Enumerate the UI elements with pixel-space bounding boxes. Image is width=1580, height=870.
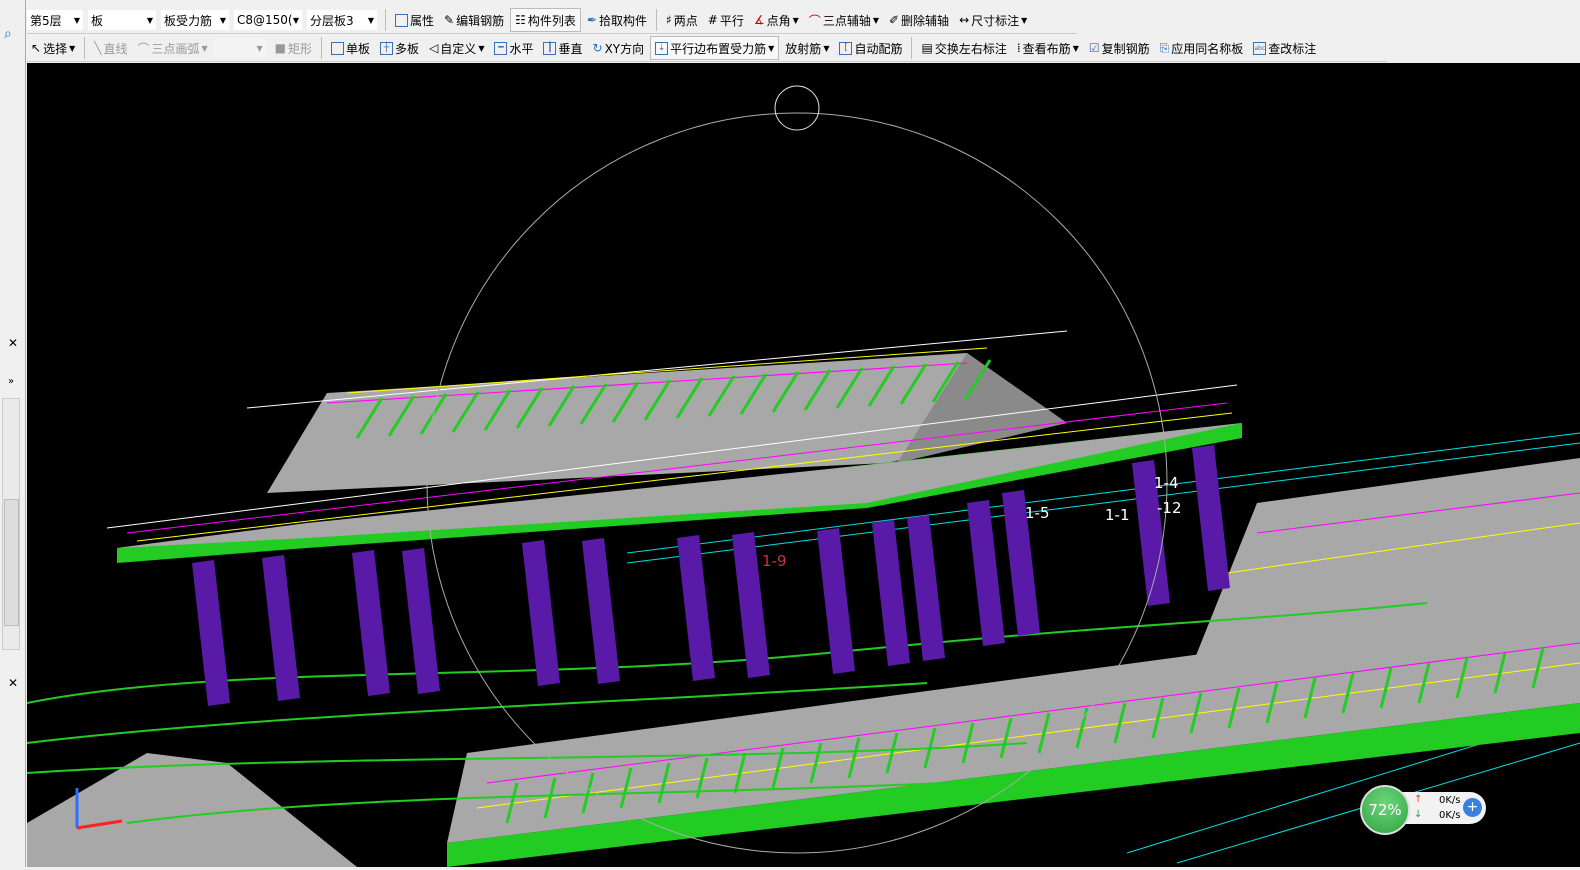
plus-icon[interactable]: + [1463, 798, 1482, 817]
auto-rebar-button[interactable]: [自动配筋 [835, 37, 906, 59]
vertical-icon: ┃ [543, 41, 557, 55]
single-slab-icon [331, 41, 345, 55]
parallel-axis-button[interactable]: # 平行 [704, 9, 748, 31]
xy-icon: ↻ [592, 41, 603, 55]
column [402, 548, 440, 694]
line-icon: ╲ [94, 41, 102, 55]
single-slab-button[interactable]: 单板 [327, 37, 374, 59]
custom-button[interactable]: ◁ 自定义 ▼ [425, 37, 488, 59]
multi-slab-icon: ┼ [380, 41, 394, 55]
component-list-button[interactable]: ☷ 构件列表 [510, 8, 581, 32]
column [907, 515, 945, 661]
horizontal-icon: ━ [494, 41, 508, 55]
upload-speed: 0K/s [1439, 795, 1461, 806]
3d-viewport[interactable]: 1-4 1-5 1-1 -12 1-9 [26, 63, 1580, 867]
edit-rebar-button[interactable]: ✎ 编辑钢筋 [440, 9, 508, 31]
column [192, 560, 230, 706]
parallel-edge-rebar-button[interactable]: ⇣ 平行边布置受力筋 ▼ [650, 36, 780, 60]
search-icon[interactable]: ⌕ [4, 26, 12, 42]
three-point-axis-button[interactable]: ⌒ 三点辅轴 ▼ [805, 9, 883, 31]
rectangle-icon: ■ [274, 41, 287, 55]
two-point-axis-button[interactable]: ♯ 两点 [662, 9, 702, 31]
view-rebar-icon: ⁞ [1016, 41, 1021, 55]
column [582, 538, 620, 684]
left-panel: ⌕ ✕ » ✕ [0, 0, 26, 867]
axis-label: 1-5 [1025, 504, 1050, 522]
dimension-icon: ↔ [959, 13, 970, 27]
radial-rebar-button[interactable]: 放射筋 ▼ [781, 37, 833, 59]
column [817, 528, 855, 674]
swap-labels-button[interactable]: ▤ 交换左右标注 [917, 37, 1010, 59]
column [1192, 445, 1230, 591]
list-icon: ☷ [515, 13, 526, 27]
expand-icon[interactable]: » [8, 376, 14, 387]
floor-select[interactable]: 第5层 ▼ [27, 10, 83, 30]
custom-icon: ◁ [429, 41, 439, 55]
swap-icon: ▤ [921, 41, 933, 55]
delete-axis-button[interactable]: ✐ 删除辅轴 [885, 9, 953, 31]
arc-icon: ⌒ [137, 41, 150, 56]
xy-direction-button[interactable]: ↻ XY方向 [589, 37, 649, 59]
toolbar-2: ↖ 选择 ▼ ╲ 直线 ⌒ 三点画弧 ▼ ▼ ■ 矩形 单板 ┼ 多板 ◁ 自定义 ▼ ━ 水平 ┃… [27, 35, 1387, 62]
parallel-icon: # [707, 13, 718, 27]
eraser-icon: ✐ [888, 13, 900, 27]
rebar-type-select[interactable]: 板受力筋 ▼ [161, 10, 229, 30]
axis-label: -12 [1157, 499, 1182, 517]
parallel-edge-icon: ⇣ [655, 41, 669, 55]
column [677, 535, 715, 681]
layer-select[interactable]: 分层板3 ▼ [307, 10, 377, 30]
upload-arrow-icon: ↑ [1414, 794, 1423, 805]
memory-percent: 72% [1360, 785, 1410, 835]
download-speed: 0K/s [1439, 810, 1461, 821]
arc-button[interactable]: ⌒ 三点画弧 ▼ [133, 37, 211, 59]
toolbar-1: 第5层 ▼ 板 ▼ 板受力筋 ▼ C8@150(▼ 分层板3 ▼ 属性 ✎ 编辑钢筋 ☷ 构… [27, 7, 1077, 34]
arc-axis-icon: ⌒ [808, 13, 821, 28]
close-icon[interactable]: ✕ [8, 676, 18, 690]
column [967, 500, 1005, 646]
copy-rebar-button[interactable]: ☑ 复制钢筋 [1085, 37, 1154, 59]
column [872, 520, 910, 666]
pencil-icon: ✎ [444, 13, 455, 27]
rectangle-button[interactable]: ■ 矩形 [271, 37, 316, 59]
point-angle-button[interactable]: ∡ 点角 ▼ [750, 9, 803, 31]
scrollbar[interactable] [2, 398, 20, 650]
vertical-button[interactable]: ┃ 垂直 [539, 37, 586, 59]
network-monitor-widget[interactable]: 72% ↑ 0K/s ↓ 0K/s + [1360, 785, 1486, 835]
mode-select[interactable]: ▼ [213, 38, 266, 58]
main-roof-slab [106, 330, 1242, 563]
copy-rebar-icon: ☑ [1088, 41, 1100, 55]
view-rebar-button[interactable]: ⁞ 查看布筋 ▼ [1013, 37, 1083, 59]
column [522, 540, 560, 686]
abc-icon: abc [1253, 41, 1267, 55]
type-select[interactable]: 板 ▼ [88, 10, 156, 30]
rotation-gizmo-handle[interactable] [774, 85, 820, 131]
dimension-button[interactable]: ↔ 尺寸标注 ▼ [955, 9, 1031, 31]
axis-label: 1-1 [1105, 506, 1130, 524]
cursor-icon: ↖ [31, 41, 42, 55]
angle-icon: ∡ [753, 13, 765, 27]
edit-labels-button[interactable]: abc 查改标注 [1249, 37, 1320, 59]
properties-icon [395, 13, 408, 27]
eyedropper-icon: ✒ [586, 13, 597, 27]
properties-button[interactable]: 属性 [391, 9, 438, 31]
auto-rebar-icon: [ [839, 41, 853, 55]
multi-slab-button[interactable]: ┼ 多板 [376, 37, 423, 59]
close-icon[interactable]: ✕ [8, 336, 18, 350]
horizontal-button[interactable]: ━ 水平 [490, 37, 537, 59]
lower-right-slab [27, 458, 1580, 867]
column [352, 550, 390, 696]
pick-component-button[interactable]: ✒ 拾取构件 [583, 9, 651, 31]
scene-svg: 1-4 1-5 1-1 -12 1-9 [26, 85, 1580, 867]
apply-same-name-button[interactable]: ⎘ 应用同名称板 [1156, 37, 1248, 59]
axis-label: 1-4 [1154, 474, 1179, 492]
select-button[interactable]: ↖ 选择 ▼ [27, 37, 79, 59]
axis-icon: ♯ [665, 13, 672, 27]
download-arrow-icon: ↓ [1414, 809, 1423, 820]
line-button[interactable]: ╲ 直线 [90, 37, 131, 59]
rebar-spec-select[interactable]: C8@150(▼ [234, 10, 302, 30]
apply-icon: ⎘ [1159, 40, 1170, 55]
axis-label: 1-9 [762, 552, 787, 570]
